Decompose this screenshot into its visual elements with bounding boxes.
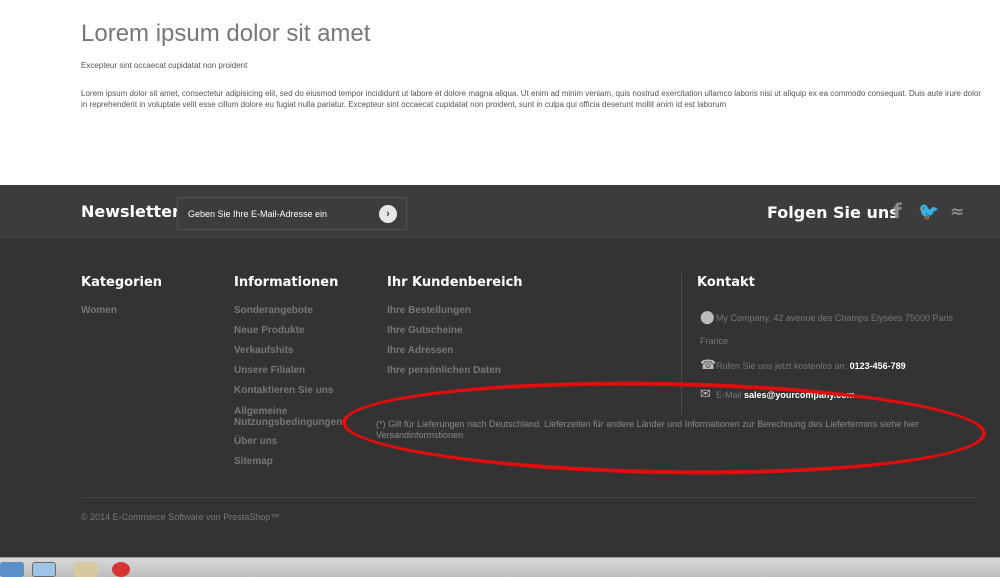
rss-icon[interactable]: ≈: [950, 202, 964, 222]
info-link-bestsellers[interactable]: Verkaufshits: [234, 341, 349, 361]
follow-us-title: Folgen Sie uns: [767, 203, 899, 222]
categories-list: Women: [81, 301, 117, 321]
category-link-women[interactable]: Women: [81, 301, 117, 321]
info-link-stores[interactable]: Unsere Filialen: [234, 361, 349, 381]
newsletter-email-input[interactable]: Geben Sie Ihre E-Mail-Adresse ein: [177, 197, 407, 230]
opera-icon[interactable]: [112, 562, 130, 577]
info-link-specials[interactable]: Sonderangebote: [234, 301, 349, 321]
map-marker-icon: ⬤: [700, 309, 715, 324]
footer-divider: [81, 497, 976, 498]
taskbar: [0, 557, 1000, 577]
information-list: Sonderangebote Neue Produkte Verkaufshit…: [234, 301, 349, 472]
newsletter-title: Newsletter: [81, 202, 180, 221]
account-list: Ihre Bestellungen Ihre Gutscheine Ihre A…: [387, 301, 501, 381]
info-link-about[interactable]: Über uns: [234, 432, 349, 452]
page-subtitle: Excepteur sint occaecat cupidatat non pr…: [81, 61, 248, 70]
contact-address: ⬤My Company, 42 avenue des Champs Elysée…: [700, 305, 970, 353]
contact-title: Kontakt: [697, 275, 755, 290]
categories-title: Kategorien: [81, 275, 163, 290]
facebook-icon[interactable]: f: [893, 199, 902, 223]
firefox-icon[interactable]: [32, 562, 56, 577]
info-link-terms[interactable]: Allgemeine Nutzungsbedingungen: [234, 401, 349, 432]
arrow-right-circle-icon[interactable]: ›: [379, 205, 397, 223]
account-link-vouchers[interactable]: Ihre Gutscheine: [387, 321, 501, 341]
info-link-new-products[interactable]: Neue Produkte: [234, 321, 349, 341]
copyright: © 2014 E-Commerce Software von PrestaSho…: [81, 512, 280, 522]
taskbar-app-icon[interactable]: [0, 562, 24, 577]
contact-phone: ☎Rufen Sie uns jetzt kostenlos an: 0123-…: [700, 357, 906, 373]
contact-phone-number[interactable]: 0123-456-789: [850, 361, 906, 371]
phone-icon: ☎: [700, 357, 717, 372]
info-link-sitemap[interactable]: Sitemap: [234, 452, 349, 472]
info-link-contact[interactable]: Kontaktieren Sie uns: [234, 381, 349, 401]
information-title: Informationen: [234, 275, 339, 290]
account-link-personal-info[interactable]: Ihre persönlichen Daten: [387, 361, 501, 381]
twitter-icon[interactable]: 🐦: [918, 202, 939, 222]
account-title: Ihr Kundenbereich: [387, 275, 523, 290]
account-link-addresses[interactable]: Ihre Adressen: [387, 341, 501, 361]
newsletter-placeholder: Geben Sie Ihre E-Mail-Adresse ein: [188, 209, 328, 219]
page-paragraph: Lorem ipsum dolor sit amet, consectetur …: [81, 89, 982, 109]
editor-icon[interactable]: [74, 562, 98, 577]
account-link-orders[interactable]: Ihre Bestellungen: [387, 301, 501, 321]
contact-address-text: My Company, 42 avenue des Champs Elysées…: [700, 313, 953, 346]
page-title: Lorem ipsum dolor sit amet: [81, 20, 371, 47]
contact-phone-label: Rufen Sie uns jetzt kostenlos an:: [716, 361, 848, 371]
